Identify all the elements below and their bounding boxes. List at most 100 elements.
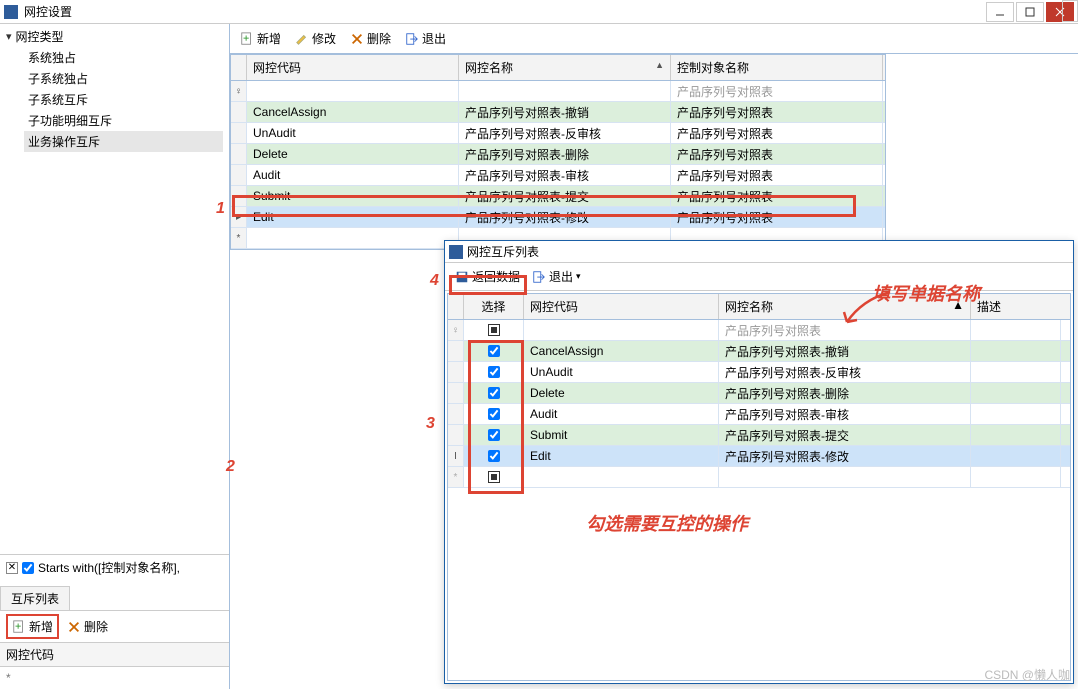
bottom-grid-header: 网控代码 (0, 643, 229, 667)
cell-desc (971, 341, 1061, 361)
cell-target: 产品序列号对照表 (671, 186, 883, 206)
edit-icon (295, 32, 309, 46)
nav-tree: ▾ 网控类型 系统独占子系统独占子系统互斥子功能明细互斥业务操作互斥 (0, 24, 229, 156)
cell-name: 产品序列号对照表-修改 (459, 207, 671, 227)
cell-name: 产品序列号对照表-审核 (719, 404, 971, 424)
exit-icon (532, 270, 546, 284)
cell-code: CancelAssign (247, 102, 459, 122)
popup-exit-button[interactable]: 退出 ▾ (528, 266, 585, 287)
popup-title: 网控互斥列表 (467, 243, 539, 260)
cell-desc (971, 446, 1061, 466)
table-row[interactable]: Delete 产品序列号对照表-删除 (448, 383, 1070, 404)
add-button[interactable]: 新增 (236, 28, 285, 49)
bottom-grid-newrow[interactable]: * (0, 667, 229, 689)
app-icon (4, 5, 18, 19)
window-controls (984, 2, 1074, 22)
cell-code: CancelAssign (524, 341, 719, 361)
sort-asc-icon: ▲ (952, 298, 964, 312)
row-checkbox[interactable] (488, 408, 500, 420)
table-row[interactable]: Delete 产品序列号对照表-删除 产品序列号对照表 (231, 144, 885, 165)
cell-name: 产品序列号对照表-提交 (719, 425, 971, 445)
cell-code: Edit (524, 446, 719, 466)
col-code[interactable]: 网控代码 (247, 55, 459, 80)
table-row[interactable]: I Edit 产品序列号对照表-修改 (448, 446, 1070, 467)
exit-button[interactable]: 退出 (401, 28, 450, 49)
table-row[interactable]: CancelAssign 产品序列号对照表-撤销 (448, 341, 1070, 362)
edit-button[interactable]: 修改 (291, 28, 340, 49)
grid-filter-row[interactable]: ♀ 产品序列号对照表 (231, 81, 885, 102)
table-row[interactable]: UnAudit 产品序列号对照表-反审核 产品序列号对照表 (231, 123, 885, 144)
cell-code: Delete (247, 144, 459, 164)
pcol-desc[interactable]: 描述 (971, 294, 1061, 319)
col-name[interactable]: 网控名称▲ (459, 55, 671, 80)
table-row[interactable]: Submit 产品序列号对照表-提交 产品序列号对照表 (231, 186, 885, 207)
table-row[interactable]: Audit 产品序列号对照表-审核 产品序列号对照表 (231, 165, 885, 186)
delete-button[interactable]: 删除 (346, 28, 395, 49)
exit-icon (405, 32, 419, 46)
cell-name: 产品序列号对照表-删除 (719, 383, 971, 403)
bottom-add-button[interactable]: 新增 (6, 614, 59, 639)
col-target[interactable]: 控制对象名称 (671, 55, 883, 80)
cell-desc (971, 383, 1061, 403)
cell-code: Submit (247, 186, 459, 206)
cell-name: 产品序列号对照表-提交 (459, 186, 671, 206)
table-row[interactable]: ▸ Edit 产品序列号对照表-修改 产品序列号对照表 (231, 207, 885, 228)
cell-name: 产品序列号对照表-反审核 (459, 123, 671, 143)
add-doc-icon (240, 32, 254, 46)
save-icon (455, 270, 469, 284)
new-row-checkbox[interactable] (488, 471, 500, 483)
cell-name: 产品序列号对照表-撤销 (719, 341, 971, 361)
cell-name: 产品序列号对照表-撤销 (459, 102, 671, 122)
popup-new-row[interactable]: * (448, 467, 1070, 488)
popup-filter-row[interactable]: ♀ 产品序列号对照表 (448, 320, 1070, 341)
cell-code: Audit (247, 165, 459, 185)
main-toolbar: 新增 修改 删除 退出 (230, 24, 1078, 54)
row-checkbox[interactable] (488, 345, 500, 357)
table-row[interactable]: CancelAssign 产品序列号对照表-撤销 产品序列号对照表 (231, 102, 885, 123)
window-titlebar: 网控设置 (0, 0, 1078, 24)
tree-item[interactable]: 业务操作互斥 (24, 131, 223, 152)
row-checkbox[interactable] (488, 387, 500, 399)
row-checkbox[interactable] (488, 450, 500, 462)
filter-expression: Starts with([控制对象名称], (38, 559, 180, 576)
collapse-icon[interactable]: ▾ (6, 30, 12, 43)
delete-icon (67, 620, 81, 634)
tree-item[interactable]: 子系统互斥 (24, 89, 223, 110)
cell-name: 产品序列号对照表-删除 (459, 144, 671, 164)
cell-desc (971, 425, 1061, 445)
row-checkbox[interactable] (488, 429, 500, 441)
table-row[interactable]: Submit 产品序列号对照表-提交 (448, 425, 1070, 446)
cell-target: 产品序列号对照表 (671, 144, 883, 164)
minimize-button[interactable] (986, 2, 1014, 22)
tree-item[interactable]: 子功能明细互斥 (24, 110, 223, 131)
maximize-button[interactable] (1016, 2, 1044, 22)
filter-enable-checkbox[interactable] (22, 562, 34, 574)
mutex-list-dialog: 网控互斥列表 返回数据 退出 ▾ 选择 网控代码 网控名称▲ 描述 ♀ 产品序列… (444, 240, 1074, 684)
dropdown-icon[interactable]: ▾ (576, 271, 581, 282)
tab-mutex-list[interactable]: 互斥列表 (0, 586, 70, 610)
table-row[interactable]: Audit 产品序列号对照表-审核 (448, 404, 1070, 425)
popup-icon (449, 245, 463, 259)
popup-grid-header: 选择 网控代码 网控名称▲ 描述 (448, 294, 1070, 320)
pcol-code[interactable]: 网控代码 (524, 294, 719, 319)
select-all-checkbox[interactable] (488, 324, 500, 336)
bottom-delete-button[interactable]: 删除 (63, 616, 112, 637)
tree-item[interactable]: 子系统独占 (24, 68, 223, 89)
table-row[interactable]: UnAudit 产品序列号对照表-反审核 (448, 362, 1070, 383)
cell-target: 产品序列号对照表 (671, 165, 883, 185)
pcol-name[interactable]: 网控名称▲ (719, 294, 971, 319)
popup-grid: 选择 网控代码 网控名称▲ 描述 ♀ 产品序列号对照表 CancelAssign… (447, 293, 1071, 681)
tree-root[interactable]: ▾ 网控类型 (6, 28, 223, 45)
pcol-select[interactable]: 选择 (464, 294, 524, 319)
cell-name: 产品序列号对照表-审核 (459, 165, 671, 185)
tree-item[interactable]: 系统独占 (24, 47, 223, 68)
cell-target: 产品序列号对照表 (671, 123, 883, 143)
cell-code: UnAudit (247, 123, 459, 143)
clear-filter-icon[interactable]: ✕ (6, 562, 18, 574)
tree-root-label: 网控类型 (16, 28, 64, 45)
cell-target: 产品序列号对照表 (671, 207, 883, 227)
bottom-toolbar: 新增 删除 (0, 611, 229, 643)
save-return-button[interactable]: 返回数据 (451, 266, 524, 287)
main-grid: 网控代码 网控名称▲ 控制对象名称 ♀ 产品序列号对照表 CancelAssig… (230, 54, 886, 250)
row-checkbox[interactable] (488, 366, 500, 378)
